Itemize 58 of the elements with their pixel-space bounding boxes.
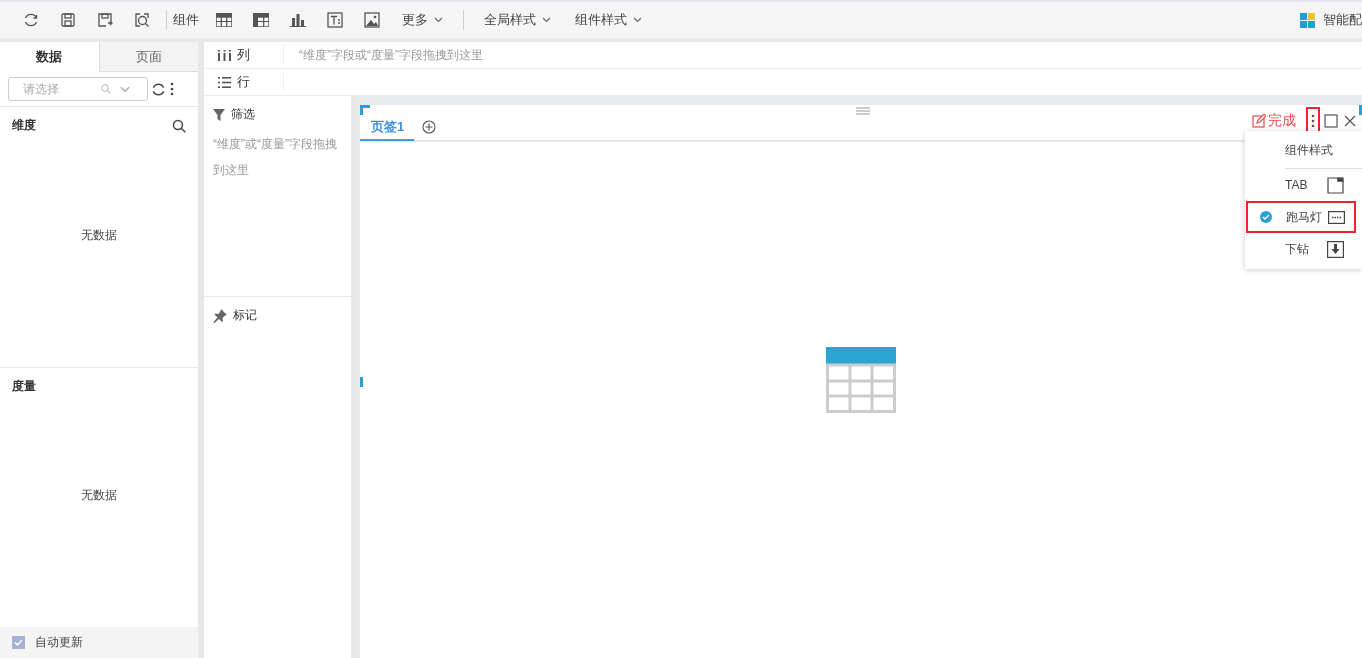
- search-icon: [101, 84, 111, 94]
- menu-item[interactable]: 跑马灯: [1246, 201, 1356, 233]
- more-vertical-icon[interactable]: [169, 82, 175, 96]
- more-button[interactable]: [1308, 109, 1318, 133]
- add-tab-icon[interactable]: [422, 119, 437, 134]
- drop-hint: “维度”字段或“度量”字段拖拽到这里: [298, 46, 483, 64]
- panel-tab[interactable]: 页面: [99, 42, 198, 72]
- empty-message: 无数据: [81, 487, 117, 505]
- marks-title: 标记: [233, 307, 257, 324]
- save-as-icon[interactable]: [96, 12, 113, 28]
- columns-icon: [218, 49, 231, 61]
- done-button[interactable]: 完成: [1252, 112, 1296, 130]
- tab-style-icon: [1327, 176, 1344, 194]
- auto-update-checkbox[interactable]: [12, 636, 25, 649]
- marquee-style-icon: [1328, 210, 1345, 224]
- cross-table-icon[interactable]: [252, 13, 269, 27]
- refresh-icon[interactable]: [22, 12, 39, 28]
- image-icon[interactable]: [363, 12, 380, 28]
- empty-message: 无数据: [81, 226, 117, 244]
- menu-item[interactable]: TAB: [1245, 169, 1362, 201]
- component-label: 组件: [173, 11, 199, 29]
- more-vertical-icon: [1311, 114, 1315, 128]
- component-style-dropdown[interactable]: 组件样式: [563, 5, 654, 35]
- maximize-icon[interactable]: [1324, 114, 1338, 128]
- search-dropdown[interactable]: 请选择: [8, 77, 148, 101]
- refresh-icon[interactable]: [151, 81, 166, 97]
- rows-icon: [218, 76, 231, 88]
- auto-update-label: 自动更新: [35, 634, 83, 651]
- close-icon[interactable]: [1344, 115, 1356, 127]
- preview-icon[interactable]: [133, 12, 150, 28]
- caret-icon: [633, 17, 642, 23]
- search-field[interactable]: 请选择: [23, 82, 93, 96]
- check-icon: [1260, 211, 1272, 223]
- caret-icon: [434, 17, 443, 23]
- caret-icon: [542, 17, 551, 23]
- global-style-dropdown[interactable]: 全局样式: [472, 5, 563, 35]
- search-icon[interactable]: [172, 118, 186, 133]
- shelf-label: 行: [237, 73, 250, 91]
- section-title: 维度: [12, 117, 36, 134]
- pin-icon: [213, 308, 227, 323]
- filter-title: 筛选: [231, 106, 255, 123]
- tiles-icon[interactable]: [1300, 12, 1315, 28]
- drop-hint: “维度”或“度量”字段拖拽到这里: [213, 136, 338, 179]
- menu-item[interactable]: 下钻: [1245, 233, 1362, 265]
- filter-icon: [213, 108, 225, 121]
- shelf-label: 列: [237, 46, 250, 64]
- table-icon[interactable]: [215, 13, 232, 27]
- bar-chart-icon[interactable]: [289, 13, 306, 27]
- text-box-icon[interactable]: [326, 12, 343, 28]
- save-icon[interactable]: [59, 12, 76, 28]
- drill-down-style-icon: [1327, 240, 1344, 258]
- table-placeholder-icon: [826, 347, 896, 413]
- section-title: 度量: [12, 377, 36, 395]
- menu-title: 组件样式: [1285, 137, 1362, 169]
- more-dropdown[interactable]: 更多: [390, 5, 455, 35]
- smart-chart-button[interactable]: 智能配: [1323, 11, 1362, 29]
- drag-handle-icon[interactable]: [856, 107, 870, 115]
- edit-icon: [1252, 114, 1266, 128]
